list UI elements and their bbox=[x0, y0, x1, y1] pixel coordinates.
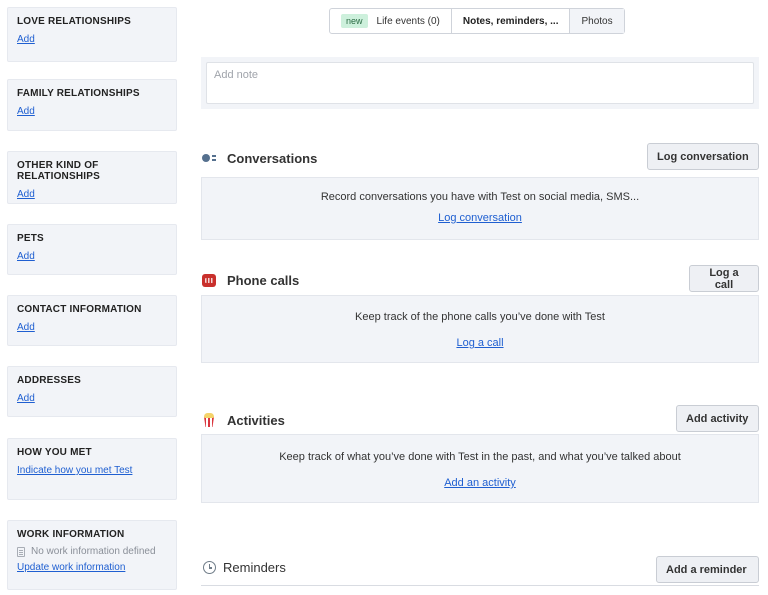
work-empty-text: No work information defined bbox=[31, 546, 156, 557]
add-address-link[interactable]: Add bbox=[17, 393, 35, 404]
add-reminder-button[interactable]: Add a reminder bbox=[656, 556, 759, 583]
conversations-description: Record conversations you have with Test … bbox=[320, 191, 640, 203]
conversations-panel: Record conversations you have with Test … bbox=[201, 177, 759, 240]
add-an-activity-link[interactable]: Add an activity bbox=[444, 477, 516, 489]
add-note-input[interactable] bbox=[206, 62, 754, 104]
tab-photos[interactable]: Photos bbox=[570, 9, 624, 33]
section-divider bbox=[201, 585, 759, 586]
phone-calls-panel: Keep track of the phone calls you’ve don… bbox=[201, 295, 759, 363]
tab-label: Photos bbox=[581, 15, 613, 27]
add-activity-button[interactable]: Add activity bbox=[676, 405, 759, 432]
tab-label: Life events (0) bbox=[376, 15, 440, 27]
sidebar-card-how-you-met: HOW YOU MET Indicate how you met Test bbox=[7, 438, 177, 500]
conversations-header: Conversations bbox=[201, 150, 317, 166]
add-love-relationship-link[interactable]: Add bbox=[17, 34, 35, 45]
add-family-relationship-link[interactable]: Add bbox=[17, 106, 35, 117]
popcorn-icon bbox=[201, 412, 217, 428]
sidebar-card-title: CONTACT INFORMATION bbox=[17, 304, 142, 315]
activities-title: Activities bbox=[227, 412, 285, 428]
sidebar-card-contact-information: CONTACT INFORMATION Add bbox=[7, 295, 177, 346]
sidebar-card-title: LOVE RELATIONSHIPS bbox=[17, 16, 131, 27]
log-a-call-button[interactable]: Log a call bbox=[689, 265, 759, 292]
activities-panel: Keep track of what you’ve done with Test… bbox=[201, 434, 759, 503]
phone-calls-description: Keep track of the phone calls you’ve don… bbox=[355, 311, 605, 323]
sidebar-card-title: ADDRESSES bbox=[17, 375, 82, 386]
sidebar-card-title: WORK INFORMATION bbox=[17, 529, 125, 540]
log-conversation-button[interactable]: Log conversation bbox=[647, 143, 759, 170]
add-pet-link[interactable]: Add bbox=[17, 251, 35, 262]
indicate-how-you-met-link[interactable]: Indicate how you met Test bbox=[17, 465, 132, 476]
sidebar-card-love-relationships: LOVE RELATIONSHIPS Add bbox=[7, 7, 177, 62]
activities-description: Keep track of what you’ve done with Test… bbox=[279, 451, 681, 463]
add-other-relationship-link[interactable]: Add bbox=[17, 189, 35, 200]
sidebar-card-addresses: ADDRESSES Add bbox=[7, 366, 177, 417]
sidebar-card-pets: PETS Add bbox=[7, 224, 177, 275]
tab-bar: new Life events (0) Notes, reminders, ..… bbox=[329, 8, 625, 34]
alarm-clock-icon bbox=[201, 559, 217, 575]
add-note-panel bbox=[201, 57, 759, 109]
log-a-call-link[interactable]: Log a call bbox=[456, 337, 503, 349]
sidebar-card-family-relationships: FAMILY RELATIONSHIPS Add bbox=[7, 79, 177, 131]
sidebar-card-other-relationships: OTHER KIND OF RELATIONSHIPS Add bbox=[7, 151, 177, 204]
phone-calls-title: Phone calls bbox=[227, 272, 300, 288]
activities-header: Activities bbox=[201, 412, 285, 428]
update-work-information-link[interactable]: Update work information bbox=[17, 562, 125, 573]
log-conversation-link[interactable]: Log conversation bbox=[438, 212, 522, 224]
new-badge: new bbox=[341, 14, 368, 28]
tab-notes-reminders[interactable]: Notes, reminders, ... bbox=[452, 9, 571, 33]
sidebar-card-title: HOW YOU MET bbox=[17, 447, 92, 458]
sidebar-card-title: FAMILY RELATIONSHIPS bbox=[17, 88, 140, 99]
document-icon bbox=[17, 546, 25, 557]
phone-calls-header: Phone calls bbox=[201, 272, 299, 288]
sidebar-card-title: PETS bbox=[17, 233, 44, 244]
telephone-icon bbox=[201, 272, 217, 288]
sidebar-card-work-information: WORK INFORMATION No work information def… bbox=[7, 520, 177, 590]
tab-label: Notes, reminders, ... bbox=[462, 15, 559, 27]
reminders-header: Reminders bbox=[201, 559, 286, 575]
tab-life-events[interactable]: new Life events (0) bbox=[330, 9, 452, 33]
sidebar-card-title: OTHER KIND OF RELATIONSHIPS bbox=[17, 160, 100, 182]
conversations-title: Conversations bbox=[227, 150, 318, 166]
reminders-title: Reminders bbox=[223, 559, 286, 575]
add-contact-information-link[interactable]: Add bbox=[17, 322, 35, 333]
speaking-head-icon bbox=[201, 150, 217, 166]
work-empty-state: No work information defined bbox=[17, 546, 167, 557]
